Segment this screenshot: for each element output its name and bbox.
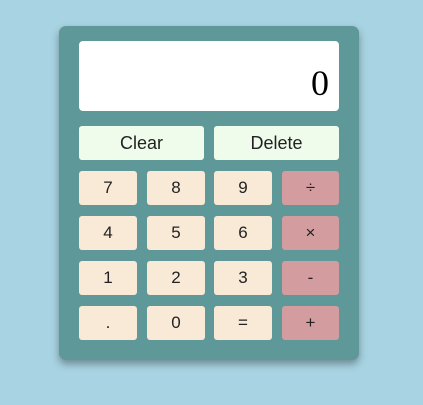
multiply-button[interactable]: ×	[282, 216, 339, 250]
key-6[interactable]: 6	[214, 216, 272, 250]
calculator: 0 Clear Delete 7 8 9 ÷ 4 5 6 × 1 2 3 - .…	[59, 26, 359, 360]
delete-button[interactable]: Delete	[214, 126, 339, 160]
key-8[interactable]: 8	[147, 171, 205, 205]
key-5[interactable]: 5	[147, 216, 205, 250]
key-3[interactable]: 3	[214, 261, 272, 295]
display-value: 0	[311, 63, 329, 103]
key-2[interactable]: 2	[147, 261, 205, 295]
add-button[interactable]: +	[282, 306, 339, 340]
key-7[interactable]: 7	[79, 171, 137, 205]
equals-button[interactable]: =	[214, 306, 272, 340]
key-4[interactable]: 4	[79, 216, 137, 250]
divide-button[interactable]: ÷	[282, 171, 339, 205]
clear-button[interactable]: Clear	[79, 126, 204, 160]
decimal-button[interactable]: .	[79, 306, 137, 340]
display: 0	[79, 41, 339, 111]
key-1[interactable]: 1	[79, 261, 137, 295]
key-0[interactable]: 0	[147, 306, 205, 340]
key-9[interactable]: 9	[214, 171, 272, 205]
subtract-button[interactable]: -	[282, 261, 339, 295]
